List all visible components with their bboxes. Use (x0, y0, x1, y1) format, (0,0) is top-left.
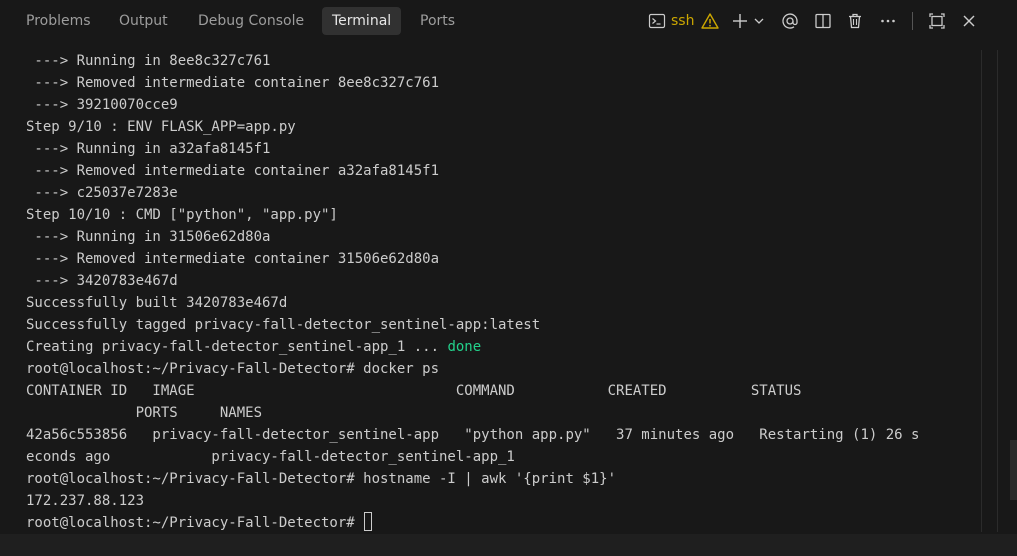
tab-ports[interactable]: Ports (410, 7, 465, 35)
dropdown-chevron-icon[interactable] (752, 10, 766, 32)
terminal-line: ---> Running in 31506e62d80a (26, 229, 271, 245)
panel-actions: ssh (640, 0, 1017, 42)
terminal-line: 42a56c553856 privacy-fall-detector_senti… (26, 427, 920, 443)
terminal-line: root@localhost:~/Privacy-Fall-Detector# … (26, 471, 617, 487)
terminal-line: CONTAINER ID IMAGE COMMAND CREATED STATU… (26, 383, 802, 399)
split-terminal-icon[interactable] (813, 10, 833, 32)
tab-terminal[interactable]: Terminal (322, 7, 402, 35)
tab-problems[interactable]: Problems (16, 7, 101, 35)
kill-terminal-icon[interactable] (845, 10, 865, 32)
side-scroll-thumb[interactable] (1010, 440, 1017, 500)
creating-text: Creating privacy-fall-detector_sentinel-… (26, 339, 448, 355)
mention-icon[interactable] (780, 10, 800, 32)
terminal-line: Step 10/10 : CMD ["python", "app.py"] (26, 207, 338, 223)
actions-divider (912, 12, 913, 30)
terminal-line: ---> Removed intermediate container a32a… (26, 163, 440, 179)
terminal-prompt-line[interactable]: root@localhost:~/Privacy-Fall-Detector# (26, 512, 997, 534)
terminal-line: econds ago privacy-fall-detector_sentine… (26, 449, 515, 465)
tab-debug-console[interactable]: Debug Console (188, 7, 314, 35)
panel-header: Problems Output Debug Console Terminal P… (0, 0, 1017, 42)
terminal-prompt: root@localhost:~/Privacy-Fall-Detector# (26, 515, 364, 531)
terminal-output[interactable]: ---> Running in 8ee8c327c761 ---> Remove… (26, 50, 997, 556)
done-status: done (447, 339, 482, 355)
warning-icon[interactable] (700, 10, 720, 32)
terminal-line: root@localhost:~/Privacy-Fall-Detector# … (26, 361, 440, 377)
terminal-line: 172.237.88.123 (26, 493, 145, 509)
terminal-line: ---> 39210070cce9 (26, 97, 178, 113)
terminal-name: ssh (671, 13, 695, 29)
tab-output[interactable]: Output (109, 7, 178, 35)
terminal-line-creating: Creating privacy-fall-detector_sentinel-… (26, 336, 997, 358)
terminal-cursor (364, 512, 373, 531)
terminal-line: Successfully tagged privacy-fall-detecto… (26, 317, 541, 333)
more-actions-icon[interactable] (878, 10, 898, 32)
terminal-line: ---> Running in 8ee8c327c761 (26, 53, 271, 69)
terminal-line: Step 9/10 : ENV FLASK_APP=app.py (26, 119, 296, 135)
terminal-line: PORTS NAMES (26, 405, 263, 421)
terminal-scrollbar[interactable] (981, 50, 998, 532)
terminal-line: ---> Removed intermediate container 3150… (26, 251, 440, 267)
close-panel-icon[interactable] (959, 10, 979, 32)
terminal-line: ---> Removed intermediate container 8ee8… (26, 75, 440, 91)
terminal-icon (648, 12, 666, 30)
new-terminal-icon[interactable] (730, 10, 750, 32)
status-bar (0, 534, 1017, 556)
terminal-line: Successfully built 3420783e467d (26, 295, 288, 311)
terminal-line: ---> c25037e7283e (26, 185, 178, 201)
terminal-line: ---> 3420783e467d (26, 273, 178, 289)
terminal-line: ---> Running in a32afa8145f1 (26, 141, 271, 157)
maximize-panel-icon[interactable] (927, 10, 947, 32)
